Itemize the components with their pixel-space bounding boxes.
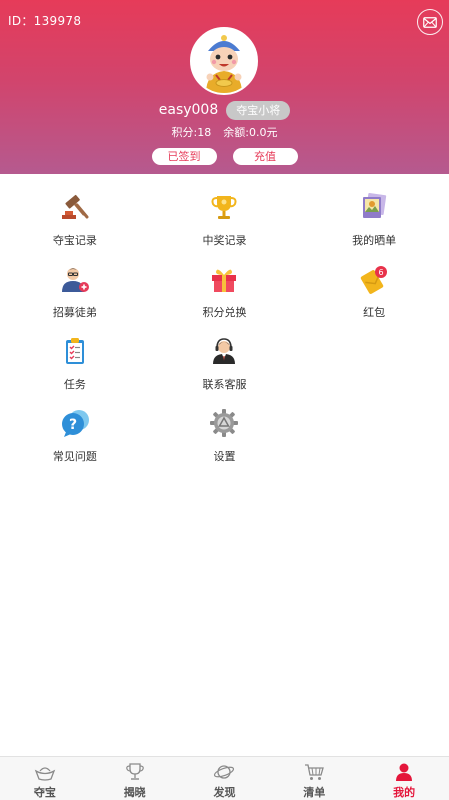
user-id: ID：139978 (8, 14, 82, 28)
name-row: easy008 夺宝小将 (0, 99, 449, 121)
nav-label: 夺宝 (33, 786, 56, 799)
nav-label: 我的 (393, 786, 416, 799)
photo-icon (363, 192, 387, 218)
menu-label: 设置 (213, 450, 236, 463)
menu-item-points-exchange[interactable]: 积分兑换 (150, 258, 300, 330)
nav-item-duobao[interactable]: 夺宝 (0, 757, 90, 800)
avatar[interactable] (190, 27, 258, 95)
level-badge: 夺宝小将 (226, 100, 291, 120)
menu-item-faq[interactable]: ? 常见问题 (0, 402, 150, 474)
trophy-outline-icon (125, 763, 144, 780)
menu-item-my-showcase[interactable]: 我的晒单 (299, 186, 449, 258)
cart-icon (305, 764, 325, 780)
customer-service-icon (213, 338, 236, 364)
ingot-icon (34, 767, 56, 781)
red-envelope-icon: 6 (360, 266, 388, 294)
nav-label: 发现 (213, 786, 236, 799)
mail-icon (423, 16, 437, 28)
menu-label: 夺宝记录 (52, 234, 97, 247)
nav-item-qingdan[interactable]: 清单 (269, 757, 359, 800)
menu-item-tasks[interactable]: 任务 (0, 330, 150, 402)
nav-item-jiexiao[interactable]: 揭晓 (90, 757, 180, 800)
question-bubble-icon: ? (61, 410, 89, 437)
planet-icon (214, 765, 235, 779)
menu-label: 常见问题 (52, 450, 97, 463)
balance-text: 余额:0.0元 (223, 126, 278, 139)
nav-label: 揭晓 (123, 786, 146, 799)
person-icon (396, 763, 413, 781)
menu-label: 红包 (363, 306, 386, 319)
menu-item-recruit[interactable]: 招募徒弟 (0, 258, 150, 330)
header-actions: 已签到 充值 (0, 148, 449, 166)
bottom-nav: 夺宝 揭晓 发现 清单 我的 (0, 756, 449, 800)
menu-empty-slot (299, 330, 449, 402)
settings-gear-icon (210, 409, 239, 437)
stats-row: 积分:18 余额:0.0元 (0, 124, 449, 140)
svg-text:6: 6 (379, 268, 384, 277)
menu-label: 任务 (63, 378, 86, 391)
menu-label: 招募徒弟 (52, 306, 97, 319)
clipboard-icon (65, 338, 84, 364)
svg-text:?: ? (69, 417, 77, 433)
cartoon-character-avatar (206, 35, 242, 93)
recharge-button[interactable]: 充值 (232, 148, 298, 165)
menu-item-winning-record[interactable]: 中奖记录 (150, 186, 300, 258)
gavel-icon (61, 194, 89, 219)
menu-label: 我的晒单 (352, 234, 397, 247)
menu-label: 联系客服 (202, 378, 247, 391)
menu-label: 中奖记录 (202, 234, 247, 247)
username: easy008 (158, 102, 219, 118)
message-button[interactable] (417, 9, 443, 35)
points-text: 积分:18 (171, 126, 212, 139)
menu-label: 积分兑换 (202, 306, 247, 319)
menu-item-customer-service[interactable]: 联系客服 (150, 330, 300, 402)
menu-item-red-envelope[interactable]: 6 红包 (299, 258, 449, 330)
menu-grid: 夺宝记录 中奖记录 我的晒单 招募徒弟 积分兑换 6 红包 任务 联系客服 ? … (0, 186, 449, 474)
trophy-icon (211, 196, 237, 219)
menu-item-settings[interactable]: 设置 (150, 402, 300, 474)
nav-item-wode[interactable]: 我的 (359, 757, 449, 800)
recruit-user-icon (61, 268, 89, 292)
signin-button[interactable]: 已签到 (151, 148, 217, 165)
nav-item-faxian[interactable]: 发现 (180, 757, 270, 800)
gift-icon (212, 269, 237, 292)
menu-item-snatch-record[interactable]: 夺宝记录 (0, 186, 150, 258)
profile-header: ID：139978 easy008 夺宝小将 积分:18 余额:0.0元 已签到… (0, 0, 449, 174)
nav-label: 清单 (303, 786, 326, 799)
